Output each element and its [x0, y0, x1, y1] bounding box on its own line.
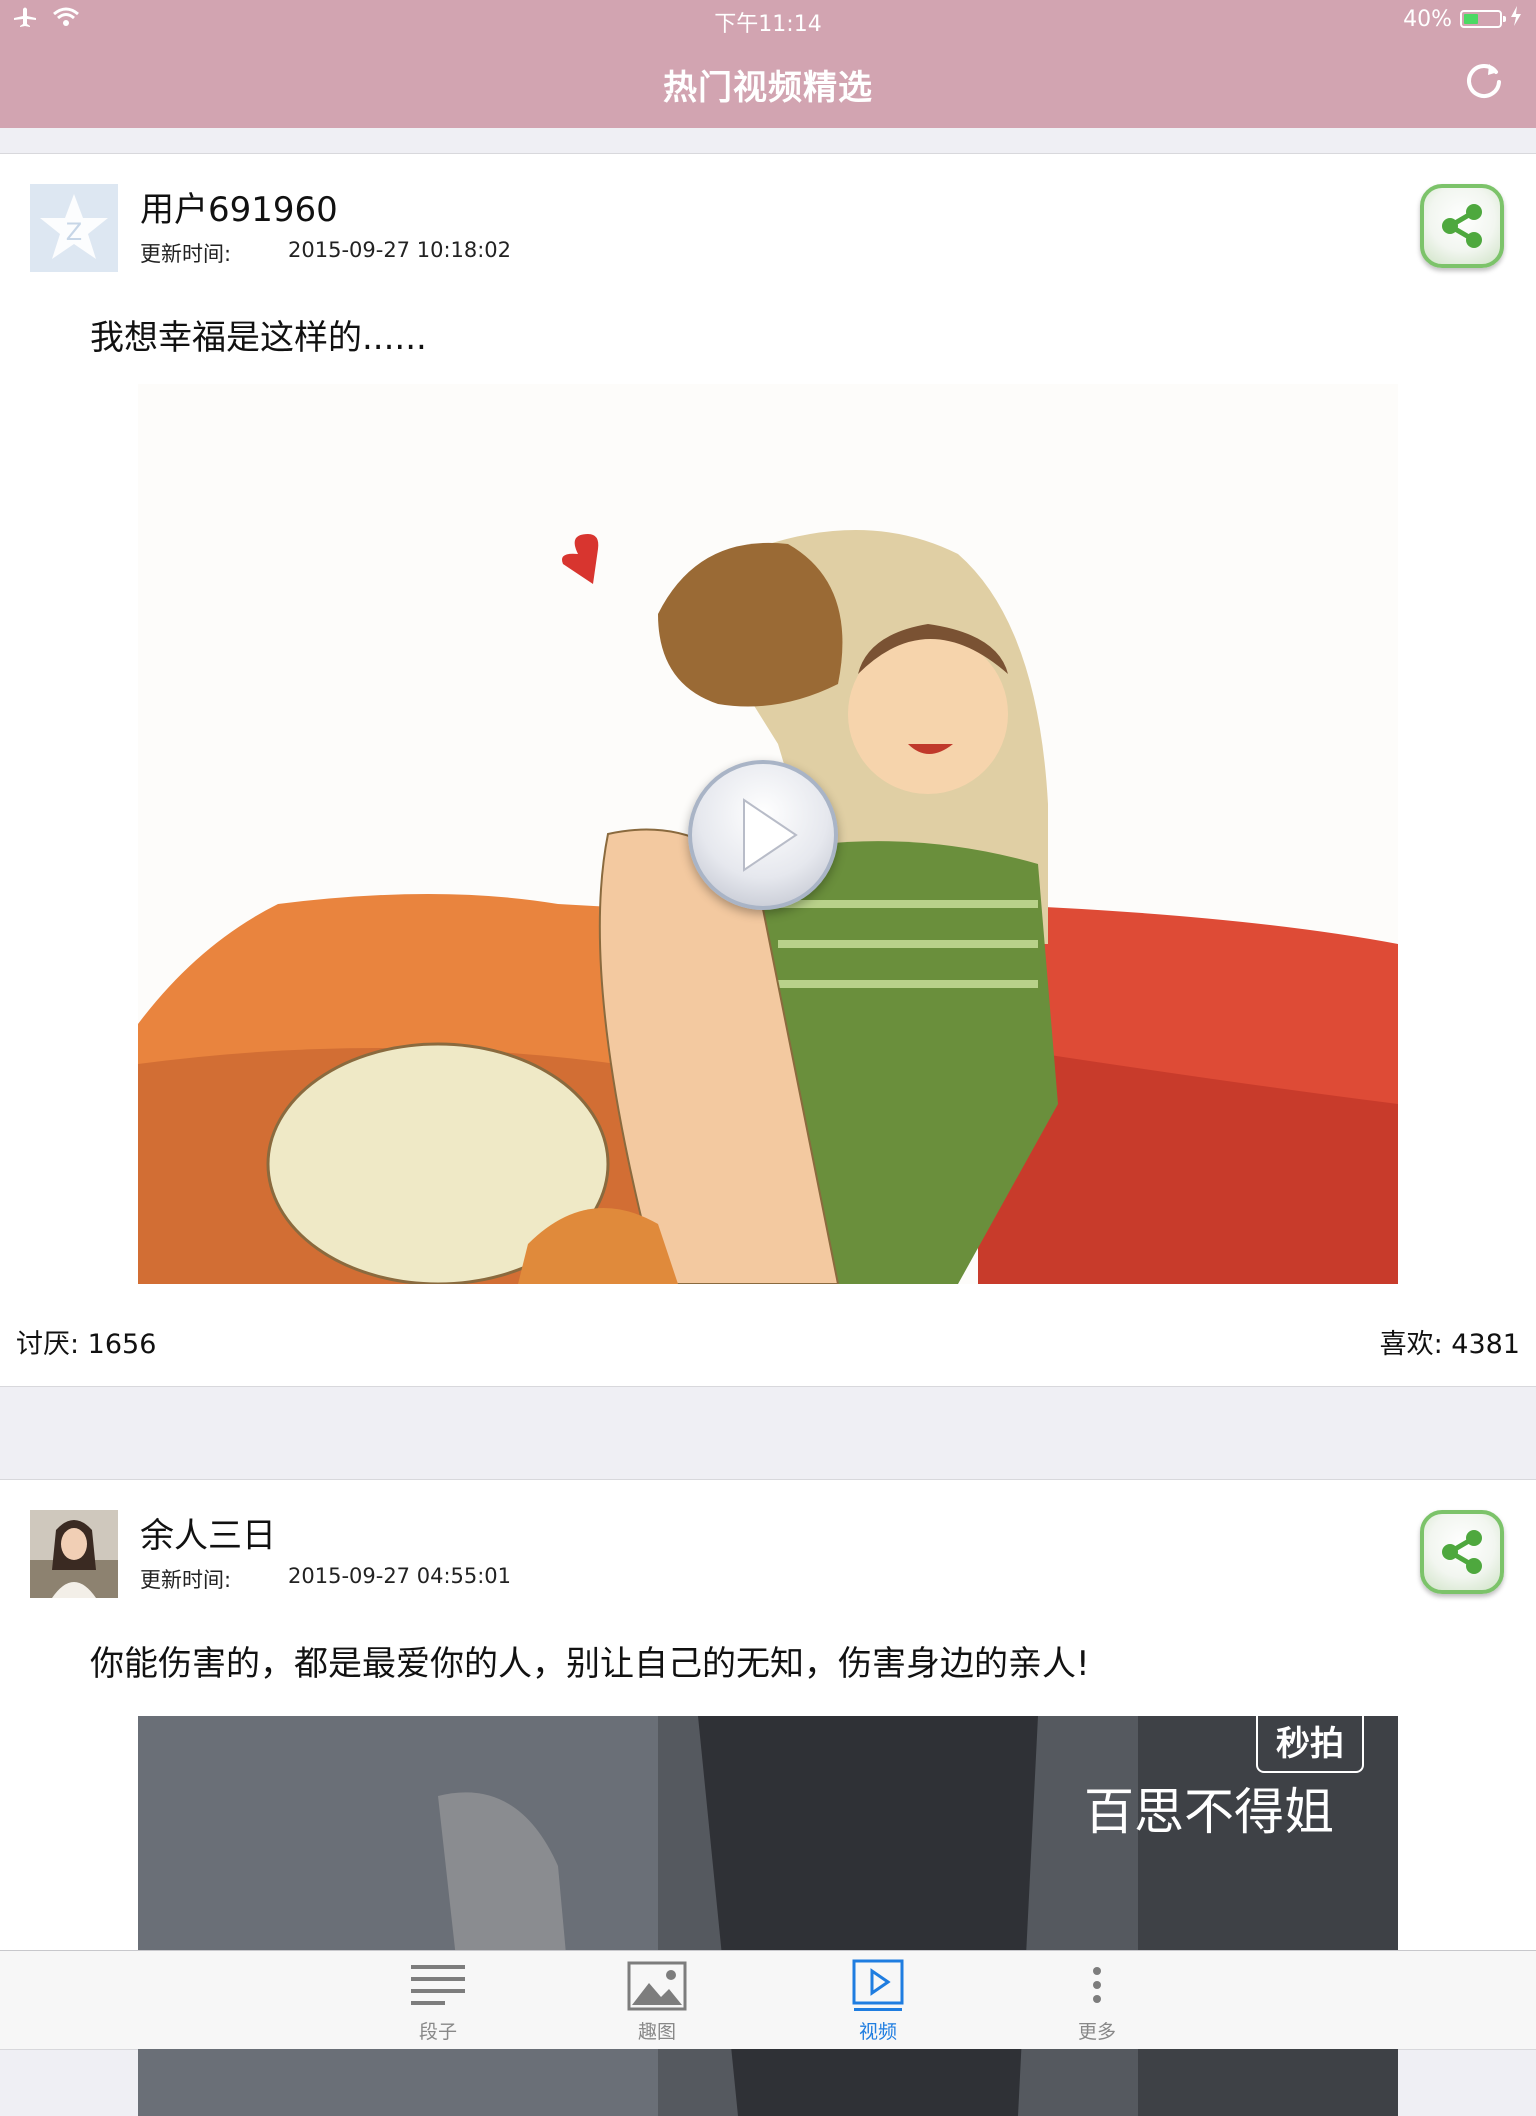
play-icon [848, 1959, 908, 2013]
share-icon [1442, 1530, 1482, 1574]
page-title: 热门视频精选 [663, 68, 873, 108]
updated-time: 2015-09-27 10:18:02 [288, 238, 512, 262]
video-caption: 百思不得姐 [1084, 1783, 1334, 1841]
like-count[interactable]: 喜欢: 4381 [1380, 1322, 1520, 1361]
post-text: 你能伤害的，都是最爱你的人，别让自己的无知，伤害身边的亲人! [90, 1644, 1090, 1684]
tab-label: 视频 [858, 2021, 897, 2043]
video-badge: 秒拍 [1256, 1716, 1364, 1773]
tab-jokes[interactable]: 段子 [378, 1959, 498, 2044]
share-icon [1442, 204, 1482, 248]
post-text: 我想幸福是这样的...... [90, 318, 427, 358]
avatar[interactable] [30, 1510, 118, 1598]
tab-label: 趣图 [637, 2021, 676, 2043]
username[interactable]: 用户691960 [140, 182, 338, 231]
video-thumbnail[interactable]: 秒拍 百思不得姐 [138, 1716, 1398, 2116]
status-bar: 下午11:14 40% [0, 0, 1536, 40]
tab-pictures[interactable]: 趣图 [597, 1959, 717, 2044]
updated-label: 更新时间: [140, 1568, 232, 1592]
share-button[interactable] [1420, 1510, 1504, 1594]
image-icon [627, 1959, 687, 2013]
play-icon [743, 798, 798, 872]
video-thumbnail[interactable] [138, 384, 1398, 1284]
share-button[interactable] [1420, 184, 1504, 268]
tab-more[interactable]: 更多 [1037, 1959, 1157, 2044]
avatar[interactable]: Z [30, 184, 118, 272]
refresh-button[interactable] [1462, 58, 1506, 102]
charging-icon [1510, 6, 1522, 32]
svg-text:Z: Z [66, 218, 82, 246]
top-bar: 下午11:14 40% 热门视频精选 [0, 0, 1536, 128]
status-time: 下午11:14 [714, 12, 822, 37]
tab-bar: 段子 趣图 视频 更多 [0, 1950, 1536, 2049]
tab-label: 段子 [418, 2021, 457, 2043]
tab-videos[interactable]: 视频 [818, 1959, 938, 2044]
dislike-count[interactable]: 讨厌: 1656 [16, 1322, 156, 1361]
play-button[interactable] [688, 760, 838, 910]
refresh-icon [1467, 64, 1501, 99]
username[interactable]: 余人三日 [140, 1508, 276, 1557]
tab-label: 更多 [1077, 2021, 1116, 2043]
updated-label: 更新时间: [140, 242, 232, 266]
battery-icon [1460, 10, 1506, 28]
battery-percent: 40% [1403, 6, 1452, 32]
post-card: Z 用户691960 更新时间: 2015-09-27 10:18:02 我想幸… [0, 153, 1536, 1387]
more-icon [1067, 1959, 1127, 2013]
updated-time: 2015-09-27 04:55:01 [288, 1564, 512, 1588]
list-icon [408, 1959, 468, 2013]
